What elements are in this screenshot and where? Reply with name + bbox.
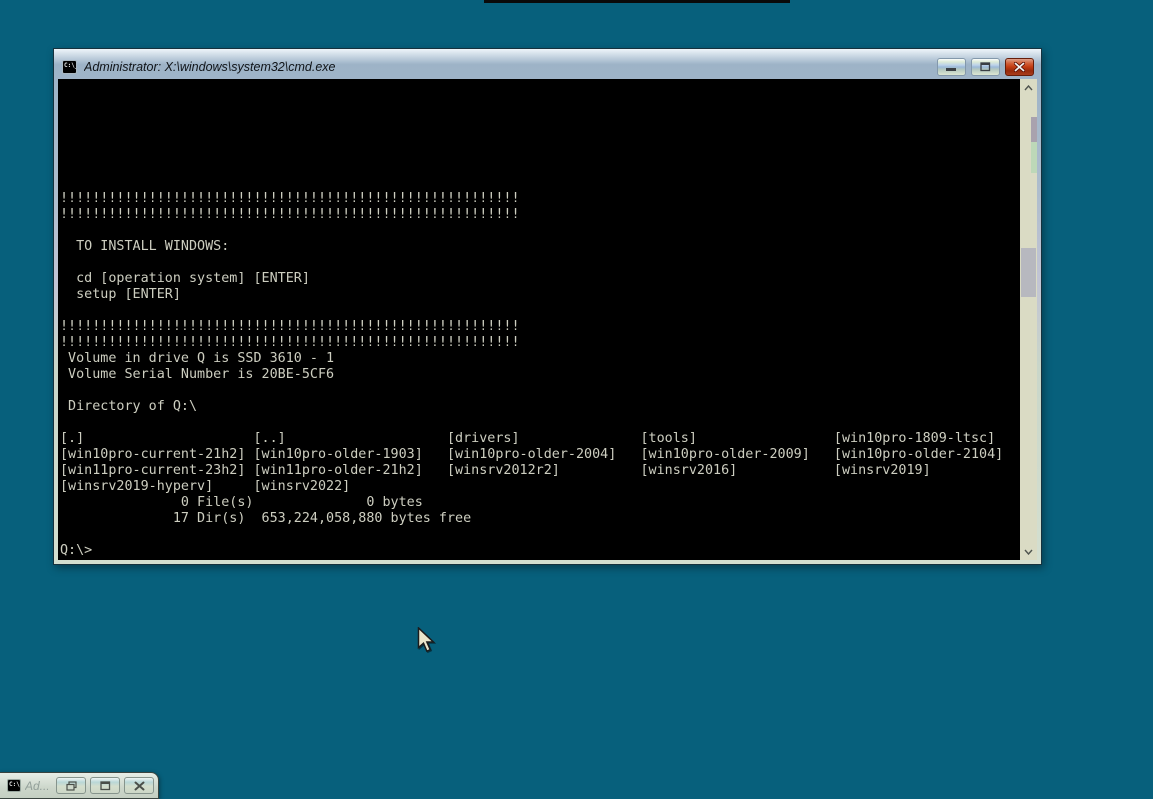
close-button[interactable]	[124, 777, 154, 794]
minimize-icon	[946, 63, 957, 72]
console-client-area: !!!!!!!!!!!!!!!!!!!!!!!!!!!!!!!!!!!!!!!!…	[58, 79, 1037, 560]
restore-button[interactable]	[56, 777, 86, 794]
chevron-up-icon	[1024, 85, 1033, 91]
console-output[interactable]: !!!!!!!!!!!!!!!!!!!!!!!!!!!!!!!!!!!!!!!!…	[58, 79, 1020, 560]
chevron-down-icon	[1024, 549, 1033, 555]
cmd-window-title: Administrator: X:\windows\system32\cmd.e…	[84, 60, 937, 74]
restore-icon	[66, 781, 77, 791]
cmd-icon: C:\_	[7, 779, 21, 792]
close-icon	[1014, 62, 1025, 72]
desktop: { "desktop": { "background_color": "#076…	[0, 0, 1153, 796]
maximize-icon	[980, 62, 991, 72]
cmd-window: C:\_ Administrator: X:\windows\system32\…	[53, 48, 1042, 565]
maximize-button[interactable]	[971, 58, 1000, 76]
window-controls	[937, 58, 1034, 76]
scrollbar-thumb[interactable]	[1021, 248, 1036, 297]
close-button[interactable]	[1005, 58, 1034, 76]
scrollbar-mark-mauve	[1031, 117, 1037, 142]
vertical-scrollbar	[1020, 79, 1037, 560]
scroll-down-button[interactable]	[1020, 543, 1037, 560]
minimize-button[interactable]	[937, 58, 966, 76]
cmd-icon: C:\_	[62, 60, 77, 74]
top-edge-stripe	[484, 0, 790, 3]
scrollbar-mark-green	[1031, 142, 1037, 173]
maximize-icon	[100, 781, 111, 791]
close-icon	[134, 781, 145, 791]
scroll-up-button[interactable]	[1020, 79, 1037, 96]
minimized-cmd-window[interactable]: C:\_ Ad...	[0, 772, 159, 799]
mouse-cursor	[417, 627, 437, 654]
cmd-window-titlebar[interactable]: C:\_ Administrator: X:\windows\system32\…	[58, 49, 1037, 79]
minimized-window-title: Ad...	[25, 779, 48, 793]
maximize-button[interactable]	[90, 777, 120, 794]
